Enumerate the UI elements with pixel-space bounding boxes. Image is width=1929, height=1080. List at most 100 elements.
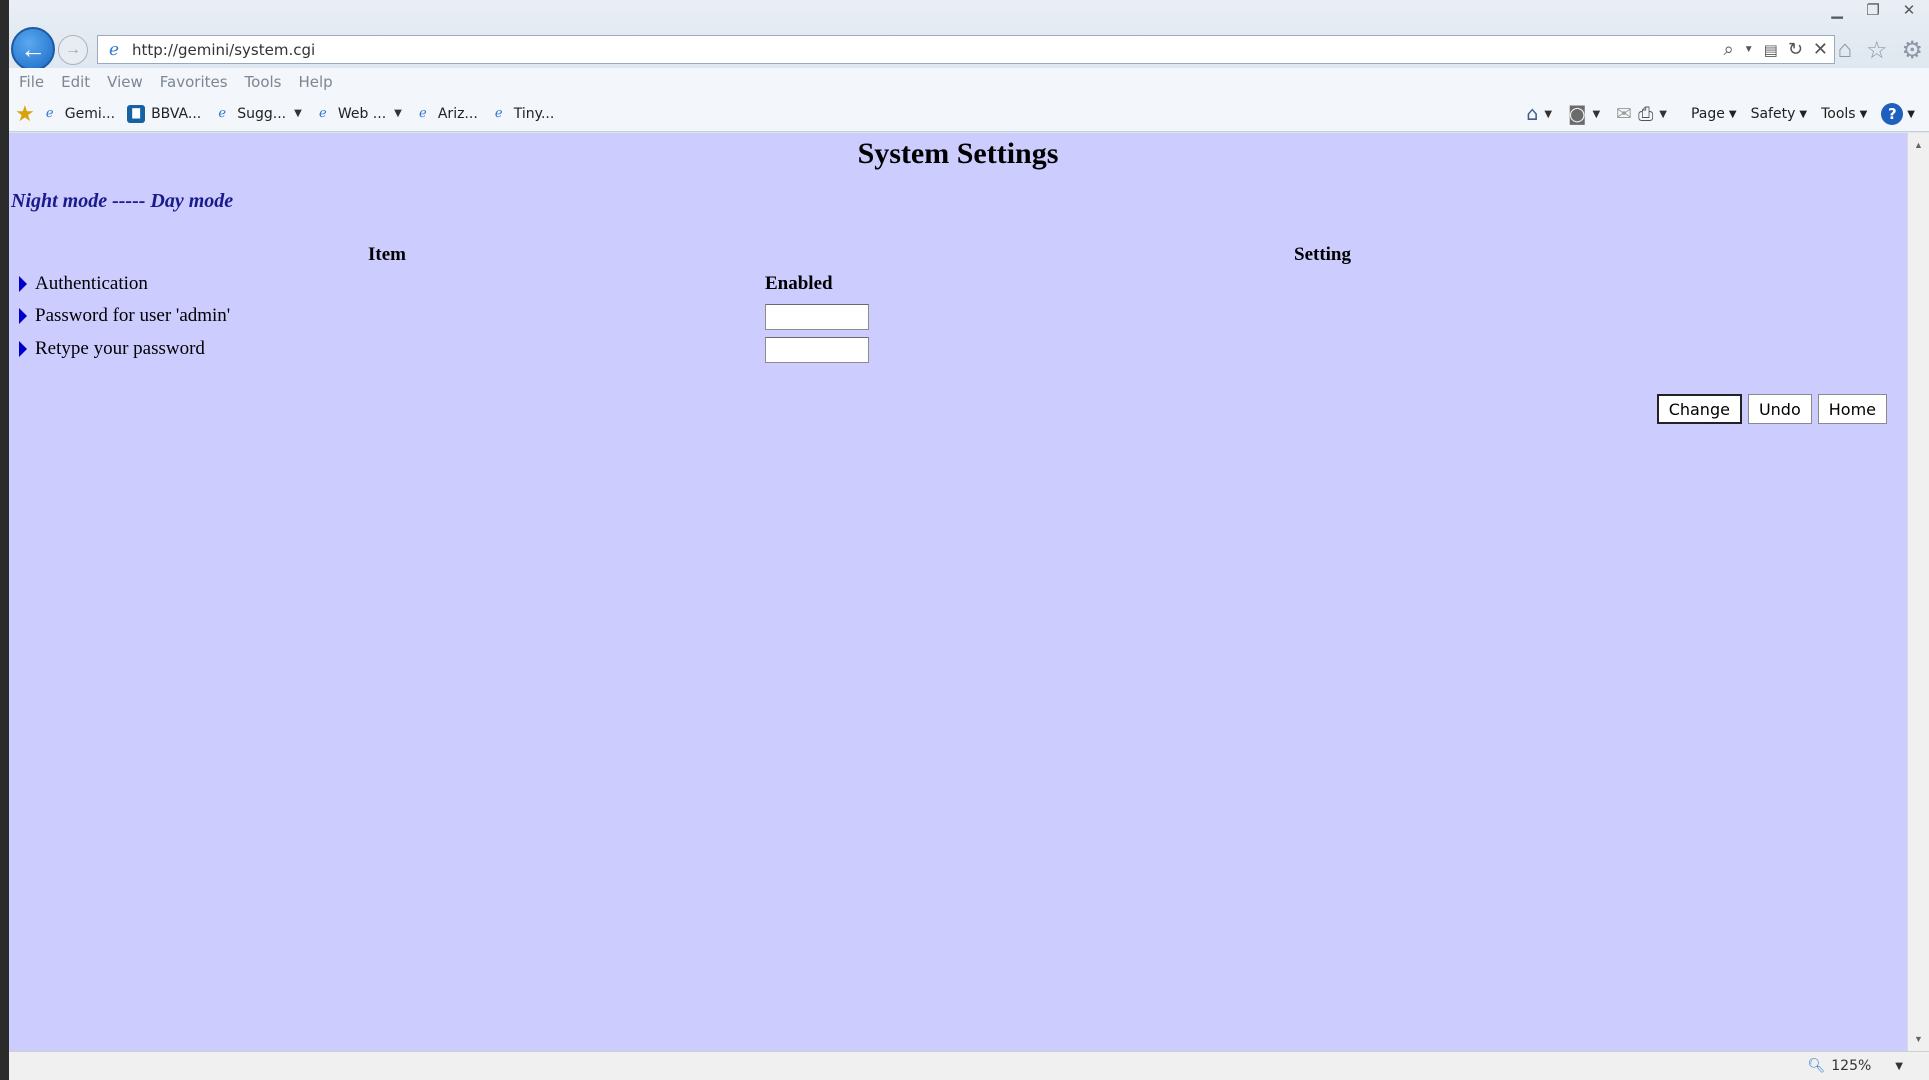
form-buttons: Change Undo Home [1656,394,1887,424]
chevron-down-icon[interactable]: ▼ [1659,109,1667,120]
menu-file[interactable]: File [19,73,44,91]
window-controls: ▁ ❐ ✕ [1823,0,1923,22]
favorite-label: Tiny... [513,105,555,122]
chevron-down-icon[interactable]: ▼ [1544,109,1552,120]
column-header-item: Item [368,244,406,265]
page-content: System Settings Night mode ----- Day mod… [9,133,1907,1051]
gear-icon[interactable]: ⚙ [1901,36,1923,65]
status-bar: 🔍︎ 125% ▼ [9,1051,1929,1080]
stop-icon[interactable]: ✕ [1813,39,1828,60]
settings-row-password: Password for user 'admin' [19,305,230,327]
bullet-triangle-icon [19,276,27,292]
chevron-down-icon: ▼ [1799,108,1808,120]
home-icon[interactable]: ⌂ [1837,36,1852,65]
mail-icon[interactable]: ✉ [1616,103,1632,125]
command-bar: ⌂ ▼ ◙ ▼ ✉ ⎙ ▼ Page ▼ Safety ▼ Tools ▼ ? ▼ [1526,96,1915,132]
close-icon[interactable]: ✕ [1895,0,1923,20]
menu-bar: File Edit View Favorites Tools Help [9,68,1929,96]
undo-button[interactable]: Undo [1747,394,1812,424]
browser-window: ▁ ❐ ✕ ← → ℯ http://gemini/system.cgi ⌕ ▼… [9,0,1929,1080]
chevron-down-icon: ▼ [1859,108,1868,120]
chevron-down-icon: ▼ [1907,108,1915,120]
ie-page-icon: ℯ [108,39,120,59]
compatibility-icon[interactable]: ▤ [1764,41,1778,59]
menu-view[interactable]: View [107,73,143,91]
night-day-mode-toggle[interactable]: Night mode ----- Day mode [11,190,233,213]
tools-menu[interactable]: Tools ▼ [1821,106,1867,122]
favorites-bar: ★ ℯ Gemi... ▇ BBVA... ℯ Sugg... ▼ ℯ Web ... ▼ … [9,96,1929,132]
home-button[interactable]: Home [1817,394,1887,424]
favorites-star-icon[interactable]: ☆ [1866,36,1888,65]
safety-menu-label: Safety [1750,106,1796,122]
chevron-down-icon[interactable]: ▼ [294,108,302,119]
forward-button[interactable]: → [58,35,88,65]
favorite-label: Sugg... [237,105,287,122]
page-menu[interactable]: Page ▼ [1691,106,1737,122]
zoom-level: 125% [1831,1058,1872,1074]
forward-arrow-icon: → [65,41,81,58]
row-label: Password for user 'admin' [35,305,231,326]
change-button[interactable]: Change [1656,394,1742,424]
zoom-control[interactable]: 🔍︎ 125% ▼ [1807,1058,1903,1074]
help-menu[interactable]: ? ▼ [1881,103,1915,125]
vertical-scrollbar[interactable]: ▲ ▼ [1907,133,1929,1051]
safety-menu[interactable]: Safety ▼ [1751,106,1808,122]
bullet-triangle-icon [19,341,27,357]
add-favorite-star-icon[interactable]: ★ [15,101,35,127]
favorite-label: BBVA... [151,105,202,122]
menu-help[interactable]: Help [299,73,333,91]
favorite-label: Ariz... [437,105,478,122]
print-icon[interactable]: ⎙ [1638,103,1653,125]
browser-right-icons: ⌂ ☆ ⚙ [1837,36,1923,65]
row-label: Authentication [35,273,148,294]
zoom-icon: 🔍︎ [1807,1058,1826,1074]
menu-tools[interactable]: Tools [245,73,282,91]
favorite-item[interactable]: ▇ BBVA... [127,104,202,123]
back-arrow-icon: ← [20,33,46,64]
ie-page-icon: ℯ [45,106,54,121]
ie-page-icon: ℯ [218,106,227,121]
address-tools: ⌕ ▼ ▤ ↻ ✕ [1724,39,1828,60]
authentication-value: Enabled [765,273,833,294]
ie-page-icon: ℯ [318,106,327,121]
scroll-down-arrow-icon[interactable]: ▼ [1908,1031,1929,1047]
refresh-icon[interactable]: ↻ [1788,39,1803,60]
menu-favorites[interactable]: Favorites [160,73,228,91]
settings-row-authentication: Authentication [19,273,148,295]
search-icon[interactable]: ⌕ [1724,39,1734,60]
bbva-icon: ▇ [127,104,146,123]
home-icon[interactable]: ⌂ [1526,103,1538,125]
back-button[interactable]: ← [11,27,55,71]
restore-icon[interactable]: ❐ [1859,0,1887,20]
chevron-down-icon[interactable]: ▼ [1592,109,1600,120]
favorite-item[interactable]: ℯ Gemi... [41,105,115,123]
tools-menu-label: Tools [1821,106,1856,122]
help-icon: ? [1881,103,1904,125]
retype-password-input[interactable] [765,337,869,363]
settings-row-retype-password: Retype your password [19,338,205,360]
minimize-icon[interactable]: ▁ [1823,0,1851,20]
title-bar: ▁ ❐ ✕ ← → ℯ http://gemini/system.cgi ⌕ ▼… [9,0,1929,71]
url-text[interactable]: http://gemini/system.cgi [132,41,315,59]
favorite-label: Web ... [337,105,387,122]
address-bar[interactable]: ℯ http://gemini/system.cgi ⌕ ▼ ▤ ↻ ✕ [97,35,1835,64]
favorite-item[interactable]: ℯ Web ... ▼ [314,105,402,123]
row-label: Retype your password [35,338,205,359]
favorite-label: Gemi... [64,105,116,122]
chevron-down-icon: ▼ [1728,108,1737,120]
rss-feed-icon[interactable]: ◙ [1568,103,1586,125]
favorite-item[interactable]: ℯ Tiny... [490,105,555,123]
favorite-item[interactable]: ℯ Sugg... ▼ [213,105,302,123]
favorite-item[interactable]: ℯ Ariz... [414,105,478,123]
column-header-setting: Setting [1294,244,1351,265]
password-input[interactable] [765,304,869,330]
ie-page-icon: ℯ [494,106,503,121]
scroll-up-arrow-icon[interactable]: ▲ [1908,137,1929,153]
chevron-down-icon[interactable]: ▼ [1895,1061,1903,1072]
ie-page-icon: ℯ [419,106,427,121]
chevron-down-icon[interactable]: ▼ [394,108,402,119]
page-menu-label: Page [1690,106,1725,122]
menu-edit[interactable]: Edit [61,73,90,91]
page-title: System Settings [857,137,1059,170]
dropdown-icon[interactable]: ▼ [1744,44,1754,55]
